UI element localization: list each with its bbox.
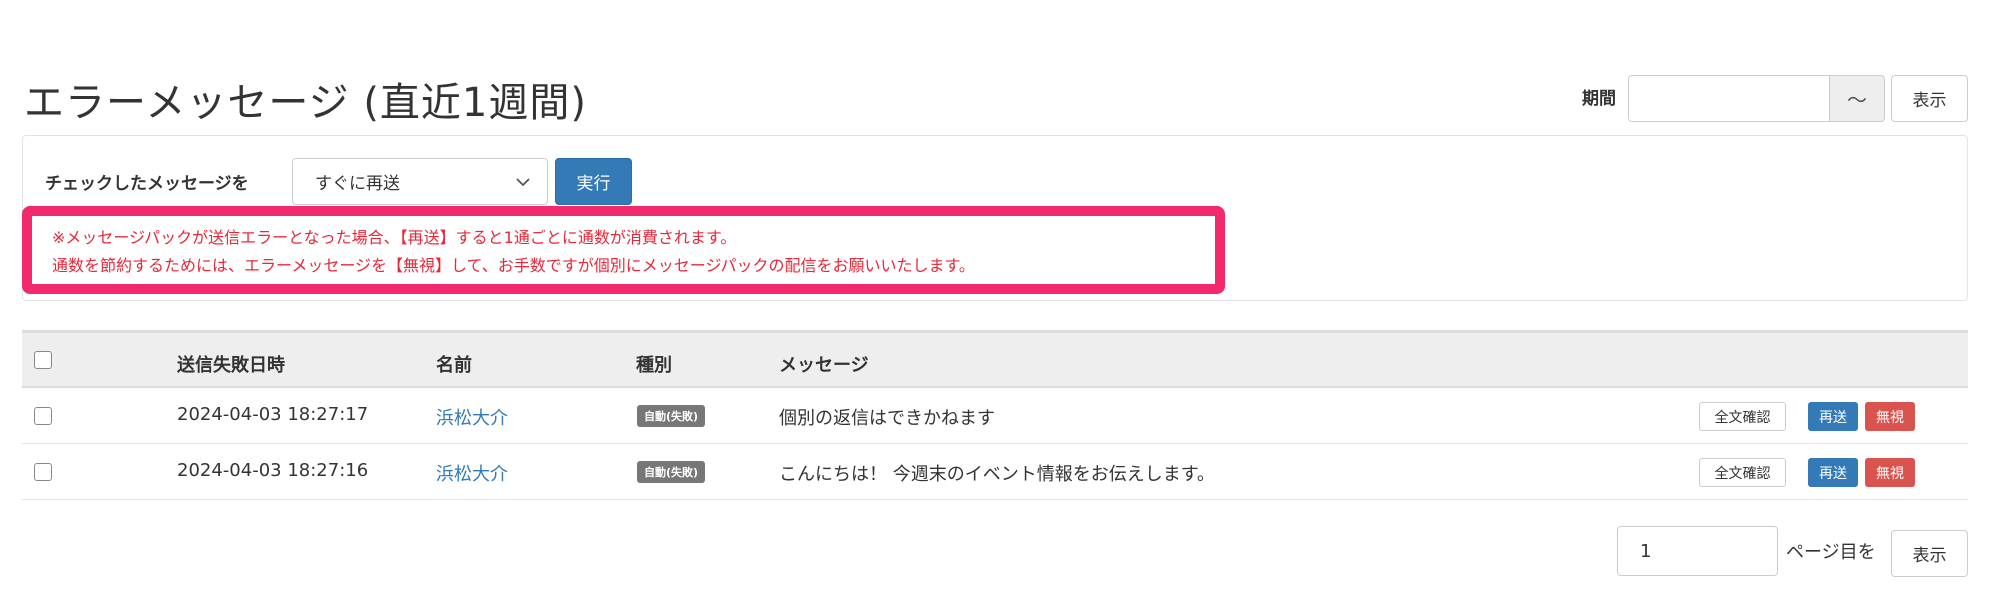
row-name-link[interactable]: 浜松大介 xyxy=(436,404,508,430)
header-message: メッセージ xyxy=(779,355,869,376)
resend-button[interactable]: 再送 xyxy=(1808,458,1858,487)
row-message: 個別の返信はできかねます xyxy=(779,408,995,429)
bulk-action-select-value: すぐに再送 xyxy=(315,174,400,194)
select-all-checkbox[interactable] xyxy=(34,351,52,369)
ignore-button[interactable]: 無視 xyxy=(1865,458,1915,487)
header-date: 送信失敗日時 xyxy=(177,355,285,376)
type-badge: 自動(失敗) xyxy=(637,405,706,427)
bulk-action-label: チェックしたメッセージを xyxy=(45,174,249,194)
warning-line-2: 通数を節約するためには、エラーメッセージを【無視】して、お手数ですが個別にメッセ… xyxy=(52,256,975,275)
row-date: 2024-04-03 18:27:17 xyxy=(177,404,369,425)
period-input[interactable] xyxy=(1628,75,1830,122)
table-row: 2024-04-03 18:27:17 浜松大介 自動(失敗) 個別の返信はでき… xyxy=(22,388,1968,444)
view-full-button[interactable]: 全文確認 xyxy=(1699,402,1786,431)
row-date: 2024-04-03 18:27:16 xyxy=(177,460,369,481)
type-badge: 自動(失敗) xyxy=(637,461,706,483)
page-number-suffix: ページ目を xyxy=(1786,542,1876,563)
ignore-button[interactable]: 無視 xyxy=(1865,402,1915,431)
resend-button[interactable]: 再送 xyxy=(1808,402,1858,431)
row-checkbox[interactable] xyxy=(34,463,52,481)
row-name-link[interactable]: 浜松大介 xyxy=(436,460,508,486)
table-row: 2024-04-03 18:27:16 浜松大介 自動(失敗) こんにちは！ 今… xyxy=(22,444,1968,500)
page-number-input[interactable]: 1 xyxy=(1617,526,1778,576)
error-message-table: 送信失敗日時 名前 種別 メッセージ 2024-04-03 18:27:17 浜… xyxy=(22,330,1968,500)
header-name: 名前 xyxy=(436,355,472,376)
period-label: 期間 xyxy=(1582,89,1616,109)
period-range-addon: 〜 xyxy=(1830,75,1885,122)
period-show-button[interactable]: 表示 xyxy=(1891,75,1968,122)
bulk-action-select[interactable]: すぐに再送 xyxy=(292,158,548,205)
page-title: エラーメッセージ (直近1週間) xyxy=(24,80,587,126)
warning-line-1: ※メッセージパックが送信エラーとなった場合、【再送】すると1通ごとに通数が消費さ… xyxy=(52,228,737,247)
header-type: 種別 xyxy=(636,355,672,376)
row-checkbox[interactable] xyxy=(34,407,52,425)
row-message: こんにちは！ 今週末のイベント情報をお伝えします。 xyxy=(779,464,1215,485)
table-header: 送信失敗日時 名前 種別 メッセージ xyxy=(22,330,1968,388)
warning-notice: ※メッセージパックが送信エラーとなった場合、【再送】すると1通ごとに通数が消費さ… xyxy=(22,206,1225,294)
execute-button[interactable]: 実行 xyxy=(555,158,632,205)
view-full-button[interactable]: 全文確認 xyxy=(1699,458,1786,487)
page-show-button[interactable]: 表示 xyxy=(1891,530,1968,577)
chevron-down-icon xyxy=(516,178,530,187)
